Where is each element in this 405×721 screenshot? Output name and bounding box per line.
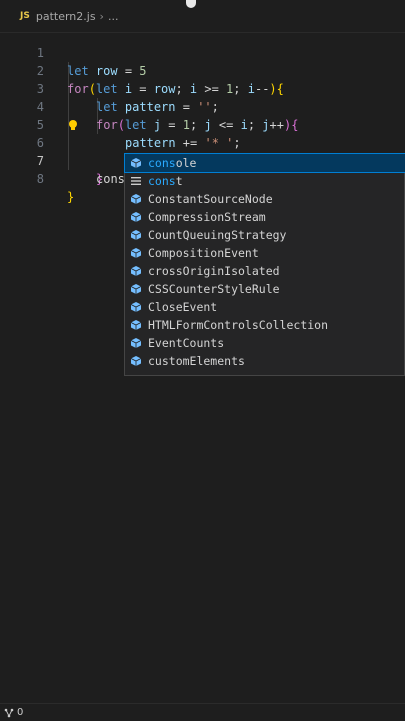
javascript-file-icon: JS	[20, 11, 30, 21]
suggestion-label: CompositionEvent	[148, 246, 259, 260]
number-literal: 1	[182, 118, 190, 132]
code-line[interactable]: 1 let row = 5	[0, 26, 147, 78]
operator: <=	[211, 118, 241, 132]
cube-icon	[130, 320, 142, 330]
operator: --	[254, 82, 270, 96]
suggestion-item[interactable]: customElements	[125, 352, 405, 370]
keyword: for	[96, 118, 118, 132]
cube-icon	[130, 266, 142, 276]
operator: =	[175, 100, 198, 114]
suggestion-item[interactable]: console	[124, 153, 405, 173]
cube-icon	[130, 158, 142, 168]
operator: >=	[197, 82, 227, 96]
bracket: )	[269, 82, 277, 96]
keyword: let	[96, 100, 118, 114]
bracket: {	[276, 82, 284, 96]
breadcrumb: JS pattern2.js › ...	[0, 0, 405, 33]
suggestion-item[interactable]: CompressionStream	[125, 208, 405, 226]
punctuation: ;	[233, 136, 241, 150]
code-line[interactable]: 7 cons	[0, 134, 127, 187]
code-line[interactable]: 2 for(let i = row; i >= 1; i--){	[0, 44, 284, 96]
punctuation: ;	[211, 100, 219, 114]
cube-icon	[130, 338, 142, 348]
suggestion-rest: ole	[175, 156, 197, 170]
punctuation: ;	[233, 82, 248, 96]
suggestion-match: cons	[148, 156, 176, 170]
cube-icon	[130, 248, 142, 258]
ports-count[interactable]: 0	[17, 707, 23, 718]
suggestion-label: CloseEvent	[148, 300, 218, 314]
keyword: let	[67, 64, 89, 78]
cube-icon	[130, 284, 142, 294]
bracket: {	[291, 118, 299, 132]
keyword: let	[124, 118, 147, 132]
suggestion-match: cons	[148, 174, 176, 188]
suggestion-rest: t	[175, 174, 183, 188]
operator: =	[132, 82, 154, 96]
bracket: }	[67, 190, 75, 204]
identifier: j	[153, 118, 162, 132]
suggestion-label: CountQueuingStrategy	[148, 228, 287, 242]
identifier: i	[247, 82, 255, 96]
suggestion-label: CSSCounterStyleRule	[148, 282, 280, 296]
identifier: j	[204, 118, 212, 132]
suggestion-item[interactable]: HTMLFormControlsCollection	[125, 316, 405, 334]
suggestion-label: customElements	[148, 354, 245, 368]
operator: +=	[175, 136, 205, 150]
suggestion-item[interactable]: CountQueuingStrategy	[125, 226, 405, 244]
string-literal: ''	[197, 100, 212, 114]
identifier: i	[124, 82, 133, 96]
cube-icon	[130, 212, 142, 222]
suggestion-label: CompressionStream	[148, 210, 266, 224]
cube-icon	[130, 194, 142, 204]
keyword-icon	[131, 177, 141, 185]
cube-icon	[130, 230, 142, 240]
operator: =	[161, 118, 183, 132]
suggestion-item[interactable]: CSSCounterStyleRule	[125, 280, 405, 298]
string-literal: '* '	[204, 136, 234, 150]
suggestion-widget[interactable]: console const ConstantSourceNode Compres…	[124, 153, 405, 376]
suggestion-item[interactable]: ConstantSourceNode	[125, 190, 405, 208]
suggestion-item[interactable]: CompositionEvent	[125, 244, 405, 262]
suggestion-item[interactable]: CloseEvent	[125, 298, 405, 316]
identifier: pattern	[124, 100, 176, 114]
identifier: j	[262, 118, 270, 132]
code-line[interactable]: 8 }	[0, 152, 74, 204]
bracket: (	[88, 82, 96, 96]
line-number: 8	[36, 172, 44, 186]
identifier: i	[240, 118, 248, 132]
identifier: pattern	[125, 136, 176, 150]
identifier: row	[153, 82, 176, 96]
status-bar: 0	[0, 703, 405, 721]
breadcrumb-separator: ›	[99, 9, 104, 23]
keyword: let	[95, 82, 118, 96]
code-line[interactable]: 5 pattern += '* ';	[0, 98, 241, 150]
suggestion-label: crossOriginIsolated	[148, 264, 280, 278]
punctuation: ;	[190, 118, 205, 132]
suggestion-item[interactable]: EventCounts	[125, 334, 405, 352]
operator: =	[117, 64, 140, 78]
punctuation: ;	[247, 118, 263, 132]
lightbulb-icon[interactable]	[67, 119, 79, 131]
keyword: for	[67, 82, 89, 96]
code-line[interactable]: 4 for(let j = 1; j <= i; j++){	[0, 80, 299, 132]
suggestion-item[interactable]: crossOriginIsolated	[125, 262, 405, 280]
cube-icon	[130, 356, 142, 366]
code-line[interactable]: 3 let pattern = '';	[0, 62, 219, 114]
breadcrumb-file[interactable]: pattern2.js	[36, 10, 96, 23]
cube-icon	[130, 302, 142, 312]
suggestion-item[interactable]: const	[125, 172, 405, 190]
identifier: row	[95, 64, 118, 78]
suggestion-label: EventCounts	[148, 336, 225, 350]
suggestion-label: HTMLFormControlsCollection	[148, 318, 329, 332]
ports-icon[interactable]	[4, 708, 14, 718]
suggestion-label: ConstantSourceNode	[148, 192, 273, 206]
operator: ++	[269, 118, 284, 132]
number-literal: 5	[139, 64, 147, 78]
bracket: (	[117, 118, 125, 132]
punctuation: ;	[175, 82, 190, 96]
code-line[interactable]: 6 }	[0, 116, 103, 186]
breadcrumb-symbol[interactable]: ...	[108, 10, 119, 23]
typed-text: cons	[96, 172, 125, 186]
